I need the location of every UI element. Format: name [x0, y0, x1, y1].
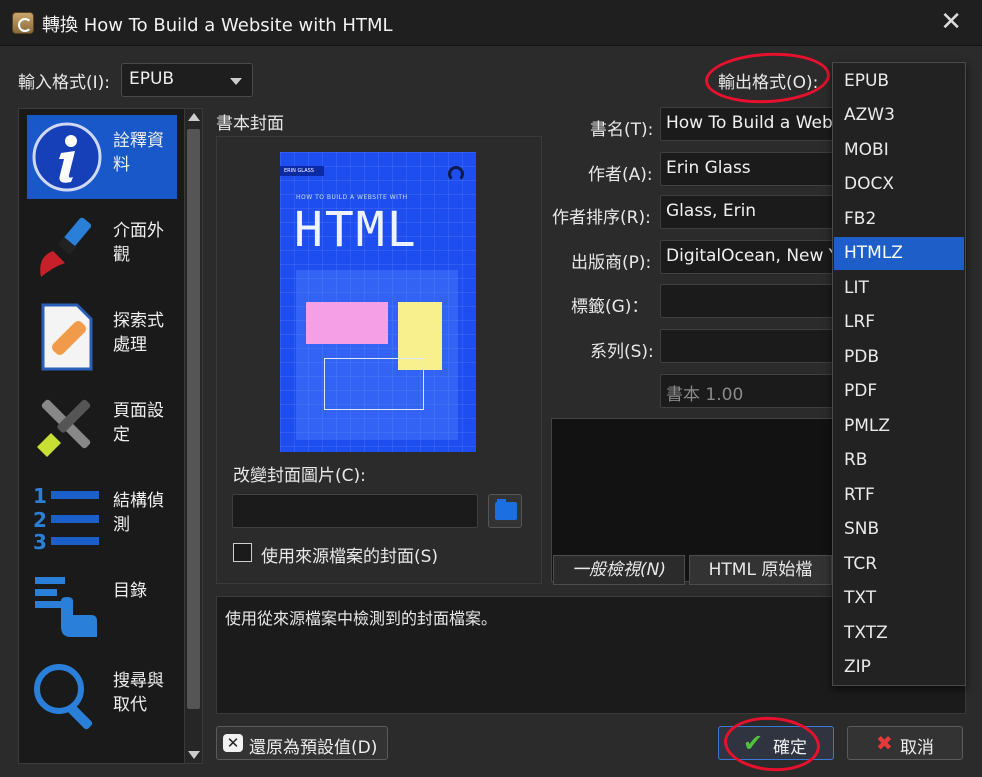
help-description-text: 使用從來源檔案中檢測到的封面檔案。 [225, 609, 498, 628]
cover-author-tag: ERIN GLASS [280, 166, 324, 176]
sidebar-item-label: 介面外觀 [113, 221, 164, 265]
calibre-app-icon [12, 12, 34, 34]
author-sort-label: 作者排序(R): [552, 208, 651, 228]
author-sort-value: Glass, Erin [666, 201, 757, 221]
clear-icon: ✕ [223, 734, 243, 752]
format-option[interactable]: TXT [834, 582, 964, 615]
output-format-dropdown[interactable]: EPUB AZW3 MOBI DOCX FB2 HTMLZ LIT LRF PD… [832, 62, 966, 686]
series-label: 系列(S): [590, 342, 654, 362]
format-option[interactable]: MOBI [834, 134, 964, 167]
input-format-select[interactable]: EPUB [121, 63, 253, 97]
options-sidebar: 詮釋資料 介面外觀 探索式處理 頁面設定 1 2 3 結構偵測 目錄 搜尋與取代 [18, 108, 186, 764]
format-option[interactable]: AZW3 [834, 99, 964, 132]
format-option[interactable]: EPUB [834, 65, 964, 98]
format-option[interactable]: SNB [834, 513, 964, 546]
tags-label: 標籤(G)： [571, 297, 649, 317]
format-option[interactable]: RTF [834, 479, 964, 512]
chevron-down-icon [230, 78, 242, 85]
cover-frame [324, 358, 424, 410]
sidebar-item-look-and-feel[interactable]: 介面外觀 [27, 205, 177, 289]
window-title: 轉換 How To Build a Website with HTML [42, 15, 393, 36]
scroll-up-icon[interactable] [188, 113, 200, 121]
cover-title: HTML [294, 202, 418, 258]
sidebar-item-metadata[interactable]: 詮釋資料 [27, 115, 177, 199]
sidebar-item-label: 結構偵測 [113, 491, 164, 535]
info-icon [32, 122, 102, 192]
close-icon[interactable]: ✕ [940, 8, 962, 36]
annotation-circle-output [703, 49, 832, 107]
cover-image: ERIN GLASS HOW TO BUILD A WEBSITE WITH H… [280, 152, 476, 452]
sidebar-item-label: 詮釋資料 [113, 131, 164, 175]
sidebar-item-page-setup[interactable]: 頁面設定 [27, 385, 177, 469]
cover-path-input[interactable] [232, 494, 478, 528]
authors-label: 作者(A): [588, 165, 653, 185]
cancel-label: 取消 [900, 738, 934, 758]
authors-value: Erin Glass [666, 158, 751, 178]
sidebar-item-heuristics[interactable]: 探索式處理 [27, 295, 177, 379]
title-bar: 轉換 How To Build a Website with HTML ✕ [0, 0, 982, 46]
title-label: 書名(T): [590, 120, 654, 140]
format-option-selected[interactable]: HTMLZ [834, 237, 964, 270]
sidebar-item-structure-detection[interactable]: 1 2 3 結構偵測 [27, 475, 177, 559]
restore-defaults-button[interactable]: ✕ 還原為預設值(D) [216, 726, 388, 760]
sidebar-item-label: 搜尋與取代 [113, 671, 164, 715]
folder-icon [495, 499, 517, 520]
cover-subtitle: HOW TO BUILD A WEBSITE WITH [296, 194, 408, 201]
cover-pink-note [306, 302, 388, 344]
series-index-value: 書本 1.00 [666, 385, 744, 405]
paintbrush-icon [40, 217, 92, 277]
format-option[interactable]: LIT [834, 272, 964, 305]
format-option[interactable]: PDF [834, 375, 964, 408]
sidebar-item-label: 目錄 [113, 581, 147, 601]
svg-text:2: 2 [33, 508, 47, 532]
tab-normal-view[interactable]: 一般檢視(N) [553, 555, 685, 585]
input-format-value: EPUB [129, 69, 175, 89]
restore-defaults-label: 還原為預設值(D) [249, 738, 378, 758]
cover-heading: 書本封面 [216, 114, 284, 134]
format-option[interactable]: PDB [834, 341, 964, 374]
numbered-list-icon: 1 2 3 [33, 484, 99, 553]
sidebar-item-search-replace[interactable]: 搜尋與取代 [27, 655, 177, 739]
format-option[interactable]: DOCX [834, 168, 964, 201]
sidebar-scrollbar[interactable] [184, 108, 203, 764]
wrench-screwdriver-icon [37, 399, 91, 457]
svg-text:1: 1 [33, 484, 47, 508]
change-cover-label: 改變封面圖片(C): [233, 466, 366, 486]
sidebar-item-toc[interactable]: 目錄 [27, 565, 177, 649]
format-option[interactable]: PMLZ [834, 410, 964, 443]
use-source-cover-label: 使用來源檔案的封面(S) [261, 547, 439, 567]
sidebar-item-label: 頁面設定 [113, 401, 164, 445]
cancel-button[interactable]: ✖ 取消 [847, 726, 963, 760]
annotation-circle-ok [722, 713, 822, 775]
digitalocean-logo-icon [448, 166, 464, 182]
format-option[interactable]: TCR [834, 548, 964, 581]
format-option[interactable]: ZIP [834, 651, 964, 684]
magnifier-icon [34, 664, 93, 730]
format-option[interactable]: TXTZ [834, 617, 964, 650]
input-format-label: 輸入格式(I): [18, 73, 111, 93]
format-option[interactable]: RB [834, 444, 964, 477]
cancel-x-icon: ✖ [876, 731, 893, 755]
tab-html-source[interactable]: HTML 原始檔 [689, 555, 832, 585]
browse-cover-button[interactable] [488, 494, 522, 528]
svg-text:3: 3 [33, 530, 47, 553]
format-option[interactable]: FB2 [834, 203, 964, 236]
bandage-document-icon [41, 303, 93, 371]
sidebar-item-label: 探索式處理 [113, 311, 164, 355]
scroll-down-icon[interactable] [188, 751, 200, 759]
toc-icon [35, 577, 97, 637]
format-option[interactable]: LRF [834, 306, 964, 339]
scrollbar-thumb[interactable] [187, 129, 200, 709]
use-source-cover-checkbox[interactable] [233, 543, 252, 562]
publisher-label: 出版商(P): [571, 253, 652, 273]
